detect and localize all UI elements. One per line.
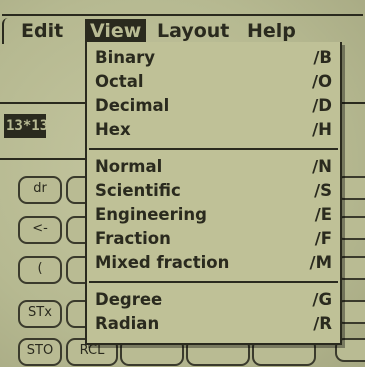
menu-option-label: Binary — [95, 48, 156, 67]
menu-option-mixed-fraction[interactable]: Mixed fraction ∕M — [95, 251, 332, 275]
menu-option-label: Engineering — [95, 205, 207, 224]
menu-help[interactable]: Help — [242, 19, 301, 43]
shortcut-label: ∕O — [311, 72, 332, 91]
shortcut-label: ∕H — [312, 120, 332, 139]
shortcut-label: ∕F — [314, 229, 332, 248]
shortcut-label: ∕S — [314, 181, 332, 200]
menu-option-scientific[interactable]: Scientific ∕S — [95, 179, 332, 203]
menu-separator — [89, 148, 338, 150]
menubar-corner — [2, 18, 12, 44]
menu-option-engineering[interactable]: Engineering ∕E — [95, 203, 332, 227]
menu-option-label: Normal — [95, 157, 163, 176]
shortcut-label: ∕N — [312, 157, 332, 176]
backspace-key[interactable]: <- — [18, 216, 62, 244]
open-paren-key[interactable]: ( — [18, 256, 62, 284]
menu-option-decimal[interactable]: Decimal ∕D — [95, 94, 332, 118]
menu-layout[interactable]: Layout — [152, 19, 234, 43]
menu-option-octal[interactable]: Octal ∕O — [95, 70, 332, 94]
menu-option-label: Fraction — [95, 229, 171, 248]
menu-option-radian[interactable]: Radian ∕R — [95, 312, 332, 336]
shortcut-label: ∕E — [314, 205, 332, 224]
sto-key[interactable]: STO — [18, 338, 62, 366]
menu-edit[interactable]: Edit — [16, 19, 68, 43]
menu-option-label: Decimal — [95, 96, 170, 115]
menu-view[interactable]: View — [85, 19, 147, 43]
shortcut-label: ∕B — [313, 48, 332, 67]
menu-option-degree[interactable]: Degree ∕G — [95, 288, 332, 312]
dr-key[interactable]: dr — [18, 176, 62, 204]
display-top-rule — [0, 102, 85, 104]
menu-option-normal[interactable]: Normal ∕N — [95, 155, 332, 179]
menu-option-hex[interactable]: Hex ∕H — [95, 118, 332, 142]
display-bottom-rule — [0, 158, 85, 160]
menu-separator — [89, 281, 338, 283]
lcd-screen: Edit View Layout Help 13*13 dr <- ( STx … — [0, 0, 365, 367]
menu-option-label: Mixed fraction — [95, 253, 230, 272]
menu-option-label: Degree — [95, 290, 163, 309]
stx-key[interactable]: STx — [18, 300, 62, 328]
menu-option-label: Octal — [95, 72, 144, 91]
menu-option-binary[interactable]: Binary ∕B — [95, 46, 332, 70]
view-menu-dropdown: Binary ∕B Octal ∕O Decimal ∕D Hex ∕H Nor… — [85, 42, 342, 345]
shortcut-label: ∕R — [313, 314, 332, 333]
menu-option-fraction[interactable]: Fraction ∕F — [95, 227, 332, 251]
menu-option-label: Hex — [95, 120, 131, 139]
shortcut-label: ∕G — [312, 290, 332, 309]
shortcut-label: ∕D — [312, 96, 332, 115]
display-top-rule-right — [340, 102, 365, 104]
menu-option-label: Radian — [95, 314, 160, 333]
shortcut-label: ∕M — [309, 253, 332, 272]
menu-option-label: Scientific — [95, 181, 181, 200]
menu-bar: Edit View Layout Help — [2, 14, 363, 44]
display-value: 13*13 — [4, 114, 46, 138]
